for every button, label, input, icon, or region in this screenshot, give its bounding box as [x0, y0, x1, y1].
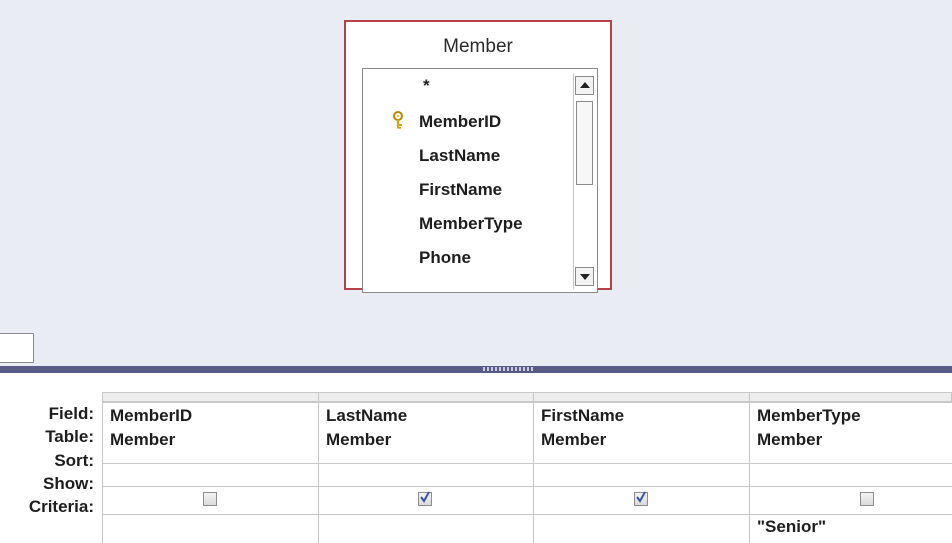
field-list-item-phone[interactable]: Phone — [419, 248, 471, 268]
field-list-item-all[interactable]: * — [423, 76, 430, 96]
checkmark-icon — [636, 491, 646, 503]
grid-line — [102, 463, 952, 464]
grid-field-cell[interactable]: LastName — [326, 406, 407, 426]
field-list[interactable]: * MemberID LastName FirstName MemberType… — [362, 68, 598, 293]
grid-table-cell[interactable]: Member — [757, 430, 822, 450]
grid-field-cell[interactable]: FirstName — [541, 406, 624, 426]
grid-table-cell[interactable]: Member — [110, 430, 175, 450]
row-label-criteria: Criteria: — [28, 497, 94, 516]
field-list-item-lastname[interactable]: LastName — [419, 146, 500, 166]
grid-line — [102, 486, 952, 487]
grid-criteria-cell[interactable]: "Senior" — [757, 517, 826, 537]
member-table-box[interactable]: Member * MemberID LastName FirstName Mem… — [344, 20, 612, 293]
show-checkbox[interactable] — [418, 491, 432, 506]
row-label-show: Show: — [43, 474, 94, 493]
show-checkbox[interactable] — [634, 491, 648, 506]
scroll-down-button[interactable] — [575, 267, 594, 286]
grid-line — [533, 392, 534, 543]
upper-pane-horizontal-scroll — [0, 333, 952, 367]
grid-table-cell[interactable]: Member — [326, 430, 391, 450]
field-list-item-membertype[interactable]: MemberType — [419, 214, 523, 234]
column-selector-bar[interactable] — [102, 392, 952, 402]
horizontal-scroll-box[interactable] — [0, 333, 34, 363]
pane-splitter[interactable] — [0, 366, 952, 373]
table-title[interactable]: Member — [346, 36, 610, 58]
scroll-up-arrow-icon — [580, 82, 590, 88]
scroll-up-button[interactable] — [575, 76, 594, 95]
splitter-grip-icon[interactable] — [483, 367, 535, 371]
field-list-item-firstname[interactable]: FirstName — [419, 180, 502, 200]
row-label-table: Table: — [45, 427, 94, 446]
checkmark-icon — [420, 491, 430, 503]
grid-line — [749, 392, 750, 543]
grid-field-cell[interactable]: MemberType — [757, 406, 861, 426]
scroll-down-arrow-icon — [580, 274, 590, 280]
grid-table-cell[interactable]: Member — [541, 430, 606, 450]
primary-key-icon — [393, 111, 403, 129]
grid-field-cell[interactable]: MemberID — [110, 406, 192, 426]
show-checkbox[interactable] — [860, 492, 874, 506]
grid-line — [318, 392, 319, 543]
show-checkbox[interactable] — [203, 492, 217, 506]
row-label-field: Field: — [48, 404, 94, 423]
field-list-scrollbar[interactable] — [573, 73, 596, 289]
row-label-sort: Sort: — [54, 451, 94, 470]
grid-line — [102, 392, 103, 543]
query-design-upper-pane: Member * MemberID LastName FirstName Mem… — [0, 0, 952, 333]
grid-line — [102, 402, 952, 403]
field-list-item-memberid[interactable]: MemberID — [419, 112, 501, 132]
grid-line — [102, 514, 952, 515]
scroll-thumb[interactable] — [576, 101, 593, 185]
